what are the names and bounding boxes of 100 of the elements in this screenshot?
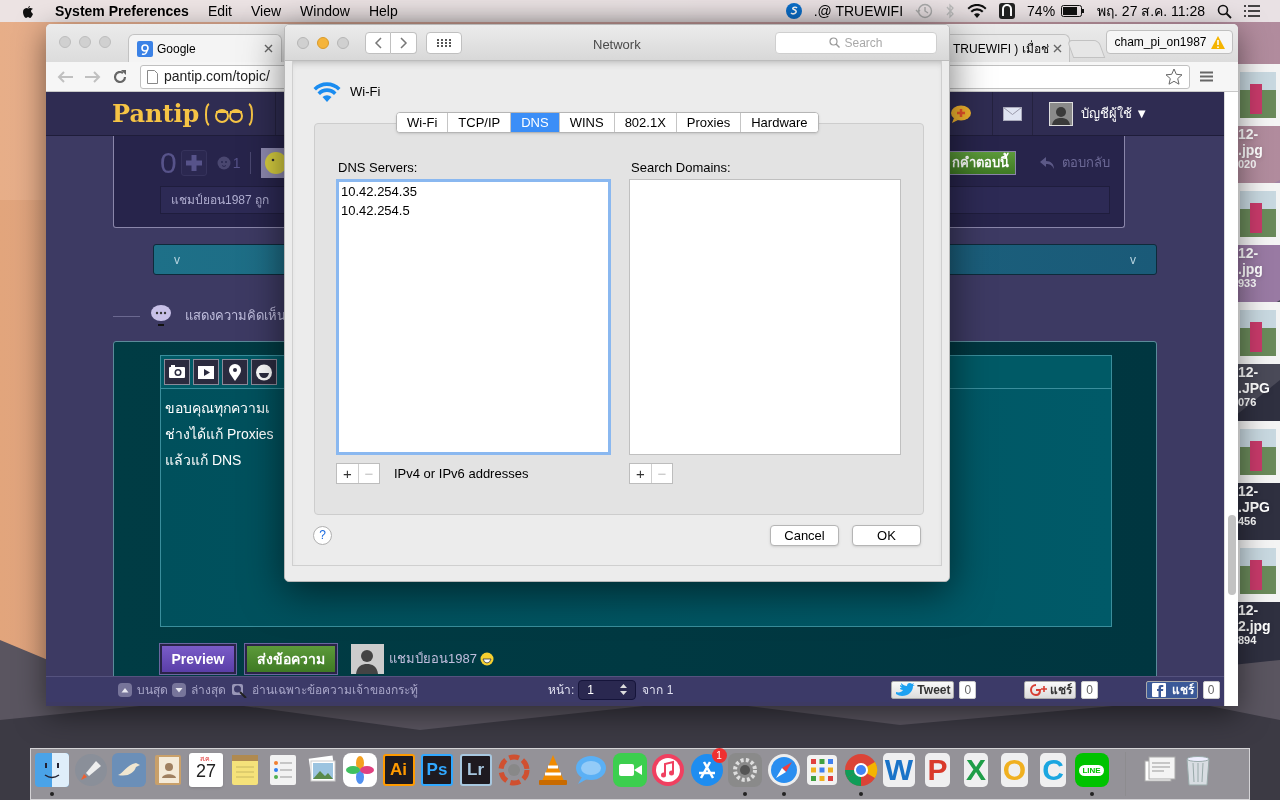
search-icon[interactable]	[1217, 3, 1232, 19]
close-icon[interactable]	[264, 44, 273, 53]
share-count: 0	[1081, 680, 1098, 699]
star-icon[interactable]	[1165, 68, 1183, 85]
list-box[interactable]: 10.42.254.35 10.42.254.5	[336, 179, 611, 455]
segment-tab[interactable]: Hardware	[740, 113, 818, 132]
chevron-text: v	[1130, 251, 1136, 269]
file-name: .JPG	[1238, 499, 1270, 515]
preview-button[interactable]: Preview	[160, 644, 236, 674]
add-button[interactable]: +	[630, 464, 651, 483]
battery-percent: 74%	[1027, 1, 1056, 21]
jump-bottom-link[interactable]: ล่างสุด	[191, 680, 226, 699]
menu-icon[interactable]	[1200, 71, 1213, 82]
file-name: 12-	[1238, 126, 1259, 142]
file-name: 12-	[1238, 245, 1259, 261]
app-name-menu[interactable]: System Preferences	[55, 0, 189, 22]
battery-icon	[1061, 5, 1086, 17]
photo-thumbnail[interactable]	[1238, 302, 1280, 364]
magnifier-icon[interactable]	[231, 681, 247, 698]
down-icon[interactable]	[172, 682, 186, 697]
dock-app-button[interactable]: Ai	[382, 754, 415, 786]
menu-icon[interactable]	[1244, 5, 1260, 17]
wifi-icon[interactable]	[967, 3, 988, 19]
dock-app-button[interactable]: P	[925, 753, 950, 787]
warning-icon	[1210, 35, 1225, 49]
dialog-button[interactable]: Cancel	[770, 525, 839, 546]
profile-button[interactable]: cham_pi_on1987	[1106, 30, 1233, 54]
segment-tab[interactable]: 802.1X	[613, 113, 676, 132]
menu-clock[interactable]: พฤ. 27 ส.ค. 11:28	[1097, 0, 1205, 22]
photo-thumbnail[interactable]	[1238, 183, 1280, 245]
page-select[interactable]: 1	[578, 679, 637, 700]
settings-icon[interactable]	[728, 753, 762, 787]
tab-title: Google	[157, 40, 196, 58]
close-icon[interactable]	[1052, 44, 1062, 53]
file-name: .jpg	[1238, 261, 1263, 277]
dock-app-button[interactable]: Lr	[459, 754, 492, 786]
video-camera-icon[interactable]	[612, 753, 647, 787]
finder-icon[interactable]	[35, 753, 69, 787]
chrome-icon[interactable]	[843, 753, 878, 787]
menu-item[interactable]: Help	[368, 0, 398, 22]
user-avatar[interactable]	[1048, 101, 1073, 126]
smiley-button[interactable]	[251, 359, 277, 385]
bird-icon[interactable]	[112, 753, 146, 787]
file-name: 12-	[1238, 602, 1259, 618]
segment-tab[interactable]: TCP/IP	[447, 113, 511, 132]
add-button[interactable]: +	[337, 464, 358, 483]
photo-thumbnail[interactable]	[1238, 64, 1280, 126]
compass-icon[interactable]	[766, 753, 801, 787]
segment-tab[interactable]: WINS	[558, 113, 614, 132]
dock-app-button[interactable]: W	[882, 753, 916, 787]
bird-icon	[895, 681, 916, 698]
help-button[interactable]: ?	[313, 526, 332, 545]
pantip-logo[interactable]: Pantip	[112, 95, 200, 132]
menu-item[interactable]: View	[251, 0, 282, 22]
list-row[interactable]: 10.42.254.35	[341, 183, 417, 200]
map-pin-button[interactable]	[222, 359, 248, 385]
grid-icon	[437, 38, 451, 47]
list-label: Search Domains:	[631, 160, 732, 176]
dock-app-button[interactable]: Ps	[421, 754, 453, 786]
list-row[interactable]: 10.42.254.5	[341, 202, 410, 219]
jump-top-link[interactable]: บนสุด	[137, 680, 168, 699]
menu-item[interactable]: Window	[300, 0, 350, 22]
up-icon[interactable]	[118, 682, 132, 697]
dialog-button[interactable]: OK	[852, 525, 921, 546]
segment-tab[interactable]: Wi-Fi	[397, 113, 448, 132]
photo-thumbnail[interactable]	[1238, 540, 1280, 602]
play-button[interactable]	[193, 359, 219, 385]
send-button[interactable]: ส่งข้อความ	[245, 644, 337, 674]
forward-button[interactable]	[391, 31, 417, 54]
g-logo-icon	[137, 40, 153, 57]
music-note-icon[interactable]	[651, 753, 685, 787]
browser-tab[interactable]: Google	[128, 34, 282, 62]
like-summary-text: แชมป์ยอน1987 ถูก	[171, 192, 270, 209]
app-grid-icon[interactable]	[805, 753, 839, 787]
share-button[interactable]: แชร์	[1024, 680, 1077, 699]
menu-item[interactable]: Edit	[207, 0, 232, 22]
flower-icon[interactable]	[343, 753, 377, 787]
account-menu[interactable]: บัญชีผู้ใช้ ▼	[1080, 103, 1148, 124]
show-all-button[interactable]	[426, 31, 462, 54]
mail-icon[interactable]	[1002, 106, 1022, 121]
add-comment-icon[interactable]	[950, 104, 972, 123]
camera-button[interactable]	[164, 359, 190, 385]
arch-app-icon[interactable]	[999, 3, 1016, 19]
app-store-icon[interactable]	[689, 753, 724, 787]
photo-thumbnail[interactable]	[1238, 421, 1280, 483]
reload-icon[interactable]	[112, 68, 128, 85]
share-button[interactable]: Tweet	[891, 680, 955, 699]
share-button[interactable]: แชร์	[1145, 680, 1198, 699]
vote-plus-button[interactable]	[180, 150, 207, 176]
reply-arrow-icon[interactable]	[1040, 157, 1054, 169]
clock-history-icon[interactable]	[915, 3, 934, 19]
network-name[interactable]: .@ TRUEWIFI	[813, 0, 904, 22]
scrollbar-thumb[interactable]	[1228, 515, 1236, 595]
apple-icon[interactable]	[20, 3, 34, 19]
owner-only-link[interactable]: อ่านเฉพาะข้อความเจ้าของกระทู้	[252, 680, 418, 699]
segment-tab[interactable]: Proxies	[675, 113, 741, 132]
profile-name: cham_pi_on1987	[1114, 34, 1207, 51]
share-count: 0	[1202, 680, 1220, 699]
back-button[interactable]	[365, 31, 391, 54]
file-name: .JPG	[1238, 380, 1270, 396]
